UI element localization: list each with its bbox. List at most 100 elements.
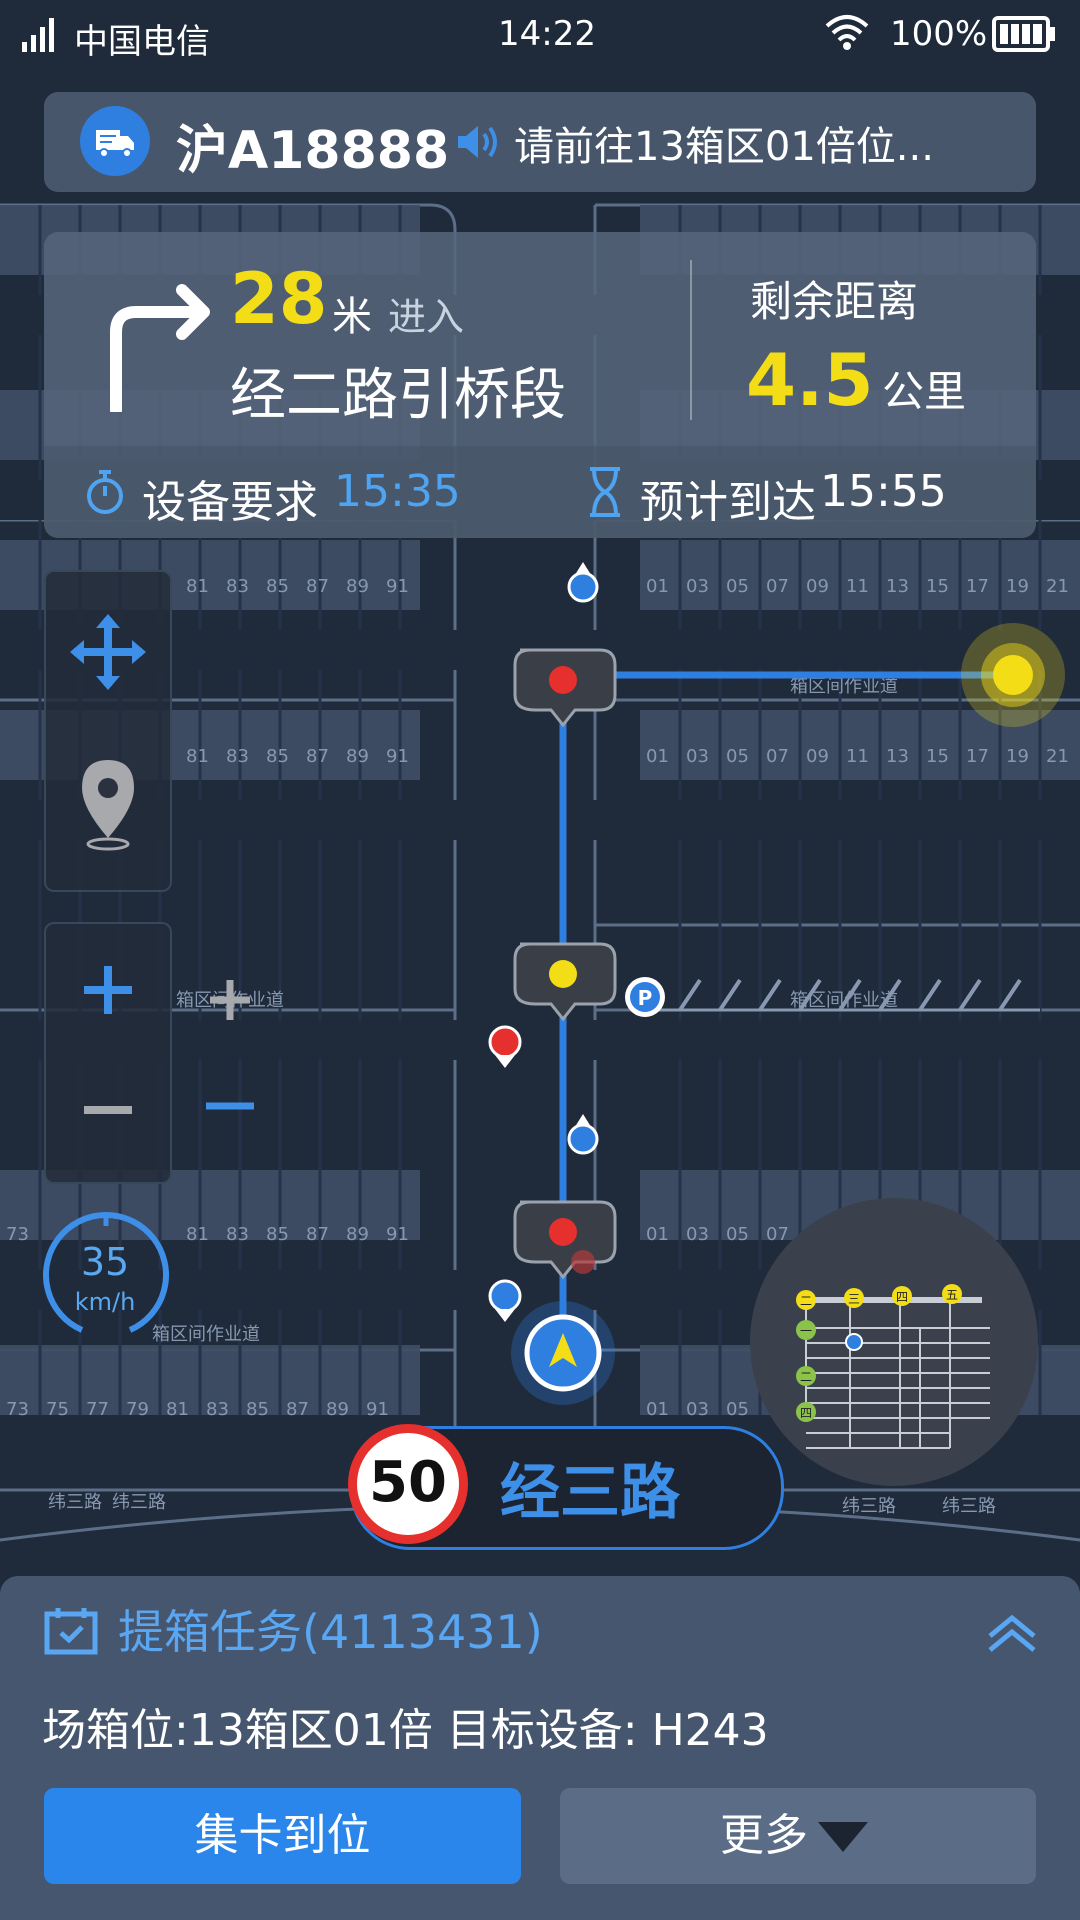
overview-minimap[interactable]: 二 三 四 五 一 二 四 <box>750 1198 1038 1486</box>
minimap-label: 一 <box>800 1324 812 1338</box>
bay-number: 83 <box>206 1399 229 1420</box>
minimap-label: 二 <box>800 1294 812 1308</box>
bay-number: 05 <box>726 746 749 767</box>
bay-number: 21 <box>1046 746 1069 767</box>
license-plate: 沪A18888 <box>176 121 450 181</box>
battery-icon <box>992 16 1055 52</box>
current-location-arrow <box>511 1301 615 1405</box>
plus-icon <box>84 966 132 1014</box>
bay-number: 73 <box>6 1399 29 1420</box>
speaker-icon[interactable] <box>456 122 502 162</box>
bay-number: 87 <box>286 1399 309 1420</box>
zoom-level-indicator <box>206 980 254 1110</box>
zoom-in-button[interactable] <box>46 934 170 1044</box>
bay-number: 19 <box>1006 746 1029 767</box>
battery-percent: 100% <box>890 14 988 54</box>
turn-right-icon <box>110 284 210 412</box>
bay-number: 09 <box>806 576 829 597</box>
turn-distance: 28 <box>230 258 328 340</box>
bay-number: 91 <box>386 746 409 767</box>
bay-number: 89 <box>346 1224 369 1245</box>
bay-number: 05 <box>726 576 749 597</box>
plus-icon <box>210 980 250 1020</box>
svg-text:P: P <box>638 986 653 1010</box>
speed-value: 35 <box>80 1240 130 1284</box>
bay-number: 01 <box>646 576 669 597</box>
bay-number: 05 <box>726 1399 749 1420</box>
road-label: 纬三路 <box>112 1492 166 1513</box>
device-requirement-label: 设备要求 <box>142 477 318 528</box>
clock: 14:22 <box>498 14 596 54</box>
bay-number: 87 <box>306 1224 329 1245</box>
road-label: 纬三路 <box>942 1496 996 1517</box>
bay-number: 17 <box>966 576 989 597</box>
more-button-label: 更多 <box>720 1810 808 1861</box>
bay-number: 07 <box>766 576 789 597</box>
bay-number: 07 <box>766 1224 789 1245</box>
eta-label: 预计到达 <box>640 477 816 528</box>
zoom-panel <box>44 922 172 1184</box>
wifi-icon <box>825 15 869 50</box>
bay-number: 85 <box>246 1399 269 1420</box>
minimap-label: 三 <box>848 1292 860 1306</box>
move-arrows-icon <box>70 614 146 690</box>
minimap-position-dot <box>845 1333 863 1351</box>
device-requirement-time: 15:35 <box>334 466 461 517</box>
task-panel: 提箱任务(4113431) 场箱位:13箱区01倍 目标设备: H243 集卡到… <box>0 1576 1080 1920</box>
zoom-out-button[interactable] <box>46 1054 170 1164</box>
bay-number: 91 <box>386 576 409 597</box>
minimap-label: 五 <box>946 1288 958 1302</box>
locate-button[interactable] <box>46 742 170 862</box>
bay-number: 01 <box>646 746 669 767</box>
bay-number: 85 <box>266 576 289 597</box>
bay-number: 11 <box>846 746 869 767</box>
pan-button[interactable] <box>46 602 170 722</box>
location-pin-icon <box>82 760 134 851</box>
chevron-up-double-icon[interactable] <box>984 1612 1040 1656</box>
map-tool-panel <box>44 570 172 892</box>
carrier-name: 中国电信 <box>74 22 210 62</box>
bay-number: 09 <box>806 746 829 767</box>
bay-number: 85 <box>266 1224 289 1245</box>
task-details: 场箱位:13箱区01倍 目标设备: H243 <box>42 1705 769 1756</box>
status-bar: 中国电信 14:22 100% <box>0 0 1080 70</box>
hourglass-icon <box>590 467 620 517</box>
bay-number: 17 <box>966 746 989 767</box>
minimap-label: 四 <box>896 1290 908 1304</box>
navigation-card: 28 米 进入 经二路引桥段 剩余距离 4.5 公里 设备要求 15:35 预计… <box>44 232 1036 538</box>
bay-number: 01 <box>646 1399 669 1420</box>
truck-arrived-button[interactable]: 集卡到位 <box>44 1788 521 1884</box>
bay-number: 79 <box>126 1399 149 1420</box>
bay-number: 19 <box>1006 576 1029 597</box>
remaining-distance: 4.5 <box>746 338 874 422</box>
bay-number: 75 <box>46 1399 69 1420</box>
bay-number: 11 <box>846 576 869 597</box>
caret-down-icon <box>818 1822 868 1852</box>
bay-number: 87 <box>306 746 329 767</box>
time-info-row: 设备要求 15:35 预计到达 15:55 <box>44 446 1036 538</box>
bay-number: 21 <box>1046 576 1069 597</box>
current-road-name: 经三路 <box>500 1458 680 1528</box>
divider <box>690 260 692 420</box>
turn-distance-unit: 米 <box>332 294 372 340</box>
task-title: 提箱任务(4113431) <box>118 1605 543 1659</box>
bay-number: 89 <box>346 576 369 597</box>
vehicle-bar: 沪A18888 请前往13箱区01倍位... <box>44 92 1036 192</box>
bay-number: 03 <box>686 746 709 767</box>
bay-number: 83 <box>226 746 249 767</box>
remaining-label: 剩余距离 <box>750 277 919 326</box>
work-road-label: 箱区间作业道 <box>790 676 898 697</box>
bay-number: 85 <box>266 746 289 767</box>
bay-number: 01 <box>646 1224 669 1245</box>
bay-number: 91 <box>386 1224 409 1245</box>
bay-number: 13 <box>886 746 909 767</box>
bay-number: 77 <box>86 1399 109 1420</box>
road-label: 纬三路 <box>48 1492 102 1513</box>
bay-number: 07 <box>766 746 789 767</box>
more-button[interactable]: 更多 <box>560 1788 1036 1884</box>
minimap-label: 二 <box>800 1370 812 1384</box>
road-label: 纬三路 <box>842 1496 896 1517</box>
bay-number: 83 <box>226 576 249 597</box>
speed-unit: km/h <box>74 1288 136 1316</box>
bay-number: 81 <box>186 746 209 767</box>
